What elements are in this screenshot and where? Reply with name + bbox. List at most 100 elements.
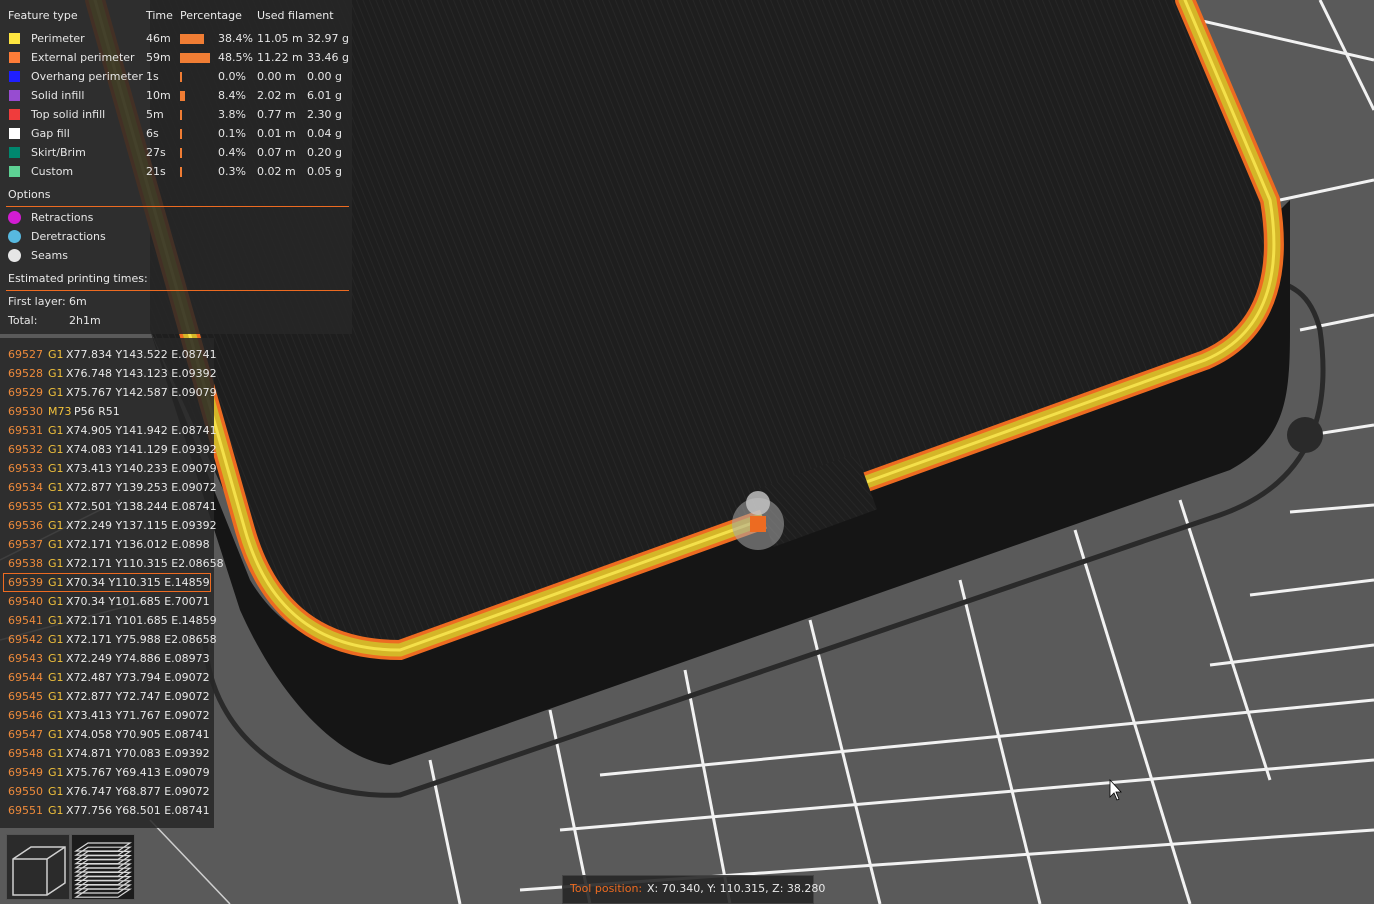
gcode-line[interactable]: 69548 G1 X74.871 Y70.083 E.09392 [0,744,214,763]
feature-percentage-bar [180,129,182,139]
gcode-command: G1 [48,386,64,399]
gcode-line[interactable]: 69528 G1 X76.748 Y143.123 E.09392 [0,364,217,383]
option-color-dot [8,249,21,262]
feature-weight: 33.46 g [307,51,349,64]
gcode-line[interactable]: 69545 G1 X72.877 Y72.747 E.09072 [0,687,214,706]
gcode-args: X72.249 Y137.115 E.09392 [66,519,217,532]
gcode-command: G1 [48,728,64,741]
gcode-line[interactable]: 69529 G1 X75.767 Y142.587 E.09079 [0,383,217,402]
gcode-line-number: 69549 [8,766,43,779]
gcode-line-number: 69536 [8,519,43,532]
gcode-line-number: 69544 [8,671,43,684]
feature-time: 1s [146,70,159,83]
gcode-line[interactable]: 69541 G1 X72.171 Y101.685 E.14859 [0,611,217,630]
feature-color-swatch [9,52,20,63]
gcode-line[interactable]: 69531 G1 X74.905 Y141.942 E.08741 [0,421,217,440]
gcode-line[interactable]: 69527 G1 X77.834 Y143.522 E.08741 [0,345,217,364]
gcode-command: G1 [48,481,64,494]
gcode-line-number: 69543 [8,652,43,665]
gcode-line[interactable]: 69547 G1 X74.058 Y70.905 E.08741 [0,725,214,744]
option-name: Seams [31,249,68,262]
gcode-line-number: 69529 [8,386,43,399]
feature-percentage: 0.0% [218,70,246,83]
gcode-line-number: 69540 [8,595,43,608]
gcode-args: X72.171 Y136.012 E.0898 [66,538,210,551]
gcode-command: G1 [48,500,64,513]
gcode-line-number: 69539 [8,576,43,589]
gcode-line[interactable]: 69550 G1 X76.747 Y68.877 E.09072 [0,782,214,801]
option-color-dot [8,211,21,224]
feature-weight: 0.04 g [307,127,342,140]
feature-color-swatch [9,90,20,101]
gcode-line-number: 69534 [8,481,43,494]
gcode-line[interactable]: 69534 G1 X72.877 Y139.253 E.09072 [0,478,217,497]
gcode-line[interactable]: 69551 G1 X77.756 Y68.501 E.08741 [0,801,214,820]
gcode-args: X72.501 Y138.244 E.08741 [66,500,217,513]
times-separator [6,290,349,291]
gcode-line-selected[interactable]: 69539 G1 X70.34 Y110.315 E.14859 [3,573,211,592]
header-time: Time [146,9,173,22]
gcode-command: G1 [48,519,64,532]
gcode-args: X72.171 Y110.315 E2.08658 [66,557,224,570]
feature-name: External perimeter [31,51,135,64]
feature-percentage-bar [180,148,182,158]
layers-view-button[interactable] [71,834,135,900]
gcode-args: X72.249 Y74.886 E.08973 [66,652,210,665]
tool-position-label: Tool position: [570,882,643,895]
gcode-command: G1 [48,633,64,646]
gcode-command: G1 [48,595,64,608]
feature-name: Solid infill [31,89,85,102]
gcode-line[interactable]: 69546 G1 X73.413 Y71.767 E.09072 [0,706,214,725]
gcode-line[interactable]: 69536 G1 X72.249 Y137.115 E.09392 [0,516,217,535]
gcode-command: G1 [48,804,64,817]
gcode-line[interactable]: 69538 G1 X72.171 Y110.315 E2.08658 [0,554,224,573]
gcode-line[interactable]: 69542 G1 X72.171 Y75.988 E2.08658 [0,630,217,649]
cube-icon [12,846,66,896]
gcode-line[interactable]: 69537 G1 X72.171 Y136.012 E.0898 [0,535,214,554]
gcode-line-number: 69535 [8,500,43,513]
gcode-args: X74.905 Y141.942 E.08741 [66,424,217,437]
feature-color-swatch [9,147,20,158]
feature-weight: 2.30 g [307,108,342,121]
gcode-command: G1 [48,367,64,380]
options-title: Options [8,188,51,201]
gcode-line-number: 69546 [8,709,43,722]
gcode-line[interactable]: 69530 M73 P56 R51 [0,402,214,421]
gcode-command: G1 [48,671,64,684]
header-percentage: Percentage [180,9,242,22]
feature-length: 0.00 m [257,70,296,83]
gcode-line[interactable]: 69533 G1 X73.413 Y140.233 E.09079 [0,459,217,478]
feature-name: Gap fill [31,127,70,140]
gcode-line[interactable]: 69544 G1 X72.487 Y73.794 E.09072 [0,668,214,687]
gcode-args: X72.877 Y139.253 E.09072 [66,481,217,494]
feature-time: 10m [146,89,171,102]
header-used-filament: Used filament [257,9,334,22]
feature-percentage: 0.3% [218,165,246,178]
gcode-line[interactable]: 69540 G1 X70.34 Y101.685 E.70071 [0,592,214,611]
gcode-args: X75.767 Y69.413 E.09079 [66,766,210,779]
gcode-args: X72.487 Y73.794 E.09072 [66,671,210,684]
seam-sphere [1287,417,1323,453]
feature-length: 0.01 m [257,127,296,140]
feature-percentage: 0.4% [218,146,246,159]
gcode-command: M73 [48,405,72,418]
gcode-args: X72.171 Y101.685 E.14859 [66,614,217,627]
gcode-args: X72.877 Y72.747 E.09072 [66,690,210,703]
total-value: 2h1m [69,314,101,327]
feature-length: 11.22 m [257,51,303,64]
feature-time: 21s [146,165,166,178]
feature-color-swatch [9,166,20,177]
feature-name: Skirt/Brim [31,146,86,159]
feature-color-swatch [9,71,20,82]
feature-percentage: 3.8% [218,108,246,121]
3d-view-button[interactable] [6,834,70,900]
gcode-line[interactable]: 69532 G1 X74.083 Y141.129 E.09392 [0,440,217,459]
gcode-line[interactable]: 69535 G1 X72.501 Y138.244 E.08741 [0,497,217,516]
gcode-viewer-panel[interactable]: 69527 G1 X77.834 Y143.522 E.08741 69528 G1 X7… [0,338,224,828]
gcode-line[interactable]: 69549 G1 X75.767 Y69.413 E.09079 [0,763,214,782]
gcode-command: G1 [48,652,64,665]
gcode-args: X74.871 Y70.083 E.09392 [66,747,210,760]
gcode-line[interactable]: 69543 G1 X72.249 Y74.886 E.08973 [0,649,214,668]
gcode-line-number: 69541 [8,614,43,627]
feature-color-swatch [9,128,20,139]
